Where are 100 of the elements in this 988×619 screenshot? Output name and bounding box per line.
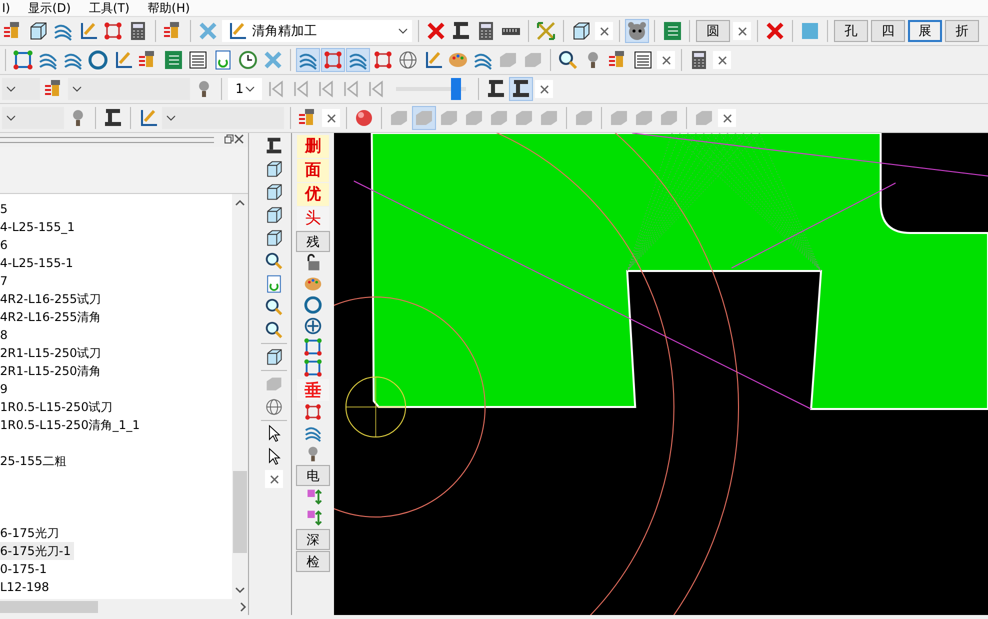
cross-icon[interactable]: [764, 20, 786, 42]
axis-selector[interactable]: 1: [228, 78, 262, 100]
tree-item[interactable]: L12-198: [0, 580, 50, 594]
close-button[interactable]: [657, 51, 675, 69]
globe-icon[interactable]: [397, 49, 419, 71]
tree-item[interactable]: 4R2-L16-255清角: [0, 310, 102, 324]
ring-icon[interactable]: [303, 295, 323, 315]
side-button[interactable]: 删: [297, 135, 329, 158]
side-button[interactable]: 面: [297, 159, 329, 182]
toolbar-button[interactable]: 四: [871, 20, 905, 42]
toolbar-button[interactable]: 孔: [834, 20, 868, 42]
tree-item[interactable]: 5: [0, 202, 8, 216]
tree-item[interactable]: 0-175-1: [0, 562, 47, 576]
nodes-icon[interactable]: [303, 402, 323, 422]
close-button[interactable]: [713, 51, 731, 69]
tree-item[interactable]: 25-155二粗: [0, 454, 67, 468]
scroll-thumb[interactable]: [233, 470, 247, 552]
close-icon: [718, 56, 726, 64]
scroll-thumb[interactable]: [0, 601, 98, 613]
nodes-icon[interactable]: [102, 20, 124, 42]
scroll-down-icon[interactable]: [235, 585, 245, 595]
tree-item[interactable]: 6: [0, 238, 8, 252]
curves-icon[interactable]: [297, 49, 319, 71]
cube-icon[interactable]: [264, 159, 284, 179]
cube-icon[interactable]: [264, 347, 284, 367]
spreadsheet-icon[interactable]: [162, 49, 184, 71]
circle-plus-icon[interactable]: [303, 316, 323, 336]
caret-icon: [398, 26, 408, 36]
menu-item[interactable]: 帮助(H): [146, 0, 192, 16]
close-button[interactable]: [718, 109, 736, 127]
tree-item[interactable]: 1R0.5-L15-250清角_1_1: [0, 418, 140, 432]
document-icon[interactable]: [264, 274, 284, 294]
side-button[interactable]: 垂: [297, 379, 329, 401]
close-button[interactable]: [265, 470, 283, 488]
menu-item[interactable]: I): [0, 1, 12, 15]
toolbar-button[interactable]: 圆: [696, 20, 730, 42]
machine-icon[interactable]: [485, 78, 507, 100]
cycle-icon[interactable]: [12, 49, 34, 71]
cube-icon[interactable]: [264, 228, 284, 248]
cube-icon[interactable]: [264, 182, 284, 202]
horizontal-scrollbar[interactable]: [0, 599, 248, 615]
animal-face-icon[interactable]: [626, 20, 648, 42]
magnifier-icon[interactable]: [264, 320, 284, 340]
magnifier-icon[interactable]: [264, 251, 284, 271]
sphere-icon[interactable]: [353, 107, 375, 129]
machine-icon[interactable]: [450, 20, 472, 42]
tree-item[interactable]: 9: [0, 382, 8, 396]
machine-icon[interactable]: [510, 78, 532, 100]
list-icon[interactable]: [632, 49, 654, 71]
dropdown[interactable]: 清角精加工: [222, 20, 412, 42]
ring-icon[interactable]: [87, 49, 109, 71]
close-button[interactable]: [322, 109, 340, 127]
caret-icon: [6, 84, 16, 94]
nodes-icon[interactable]: [372, 49, 394, 71]
list-icon[interactable]: [187, 49, 209, 71]
menu-item[interactable]: 显示(D): [26, 0, 73, 16]
side-button[interactable]: 深: [296, 529, 330, 550]
cross-icon[interactable]: [425, 20, 447, 42]
scroll-up-icon[interactable]: [235, 198, 245, 208]
close-icon[interactable]: [234, 134, 244, 144]
side-button[interactable]: 检: [296, 551, 330, 572]
side-button[interactable]: 优: [297, 183, 329, 206]
cycle-icon[interactable]: [303, 337, 323, 357]
side-button[interactable]: 电: [296, 465, 330, 486]
scroll-right-icon[interactable]: [238, 602, 248, 612]
tree-item[interactable]: 1R0.5-L15-250试刀: [0, 400, 113, 414]
machine-icon[interactable]: [264, 136, 284, 156]
tree-item[interactable]: 6-175光刀: [0, 526, 59, 540]
machine-icon[interactable]: [102, 107, 124, 129]
magnifier-icon[interactable]: [557, 49, 579, 71]
tree-item[interactable]: 8: [0, 328, 8, 342]
tree-item[interactable]: 6-175光刀-1: [0, 542, 74, 560]
expand-arrows-icon[interactable]: [535, 20, 557, 42]
vertical-scrollbar[interactable]: [232, 194, 248, 599]
close-button[interactable]: [595, 22, 613, 40]
globe-icon[interactable]: [264, 397, 284, 417]
tree-item[interactable]: 2R1-L15-250试刀: [0, 346, 102, 360]
toolbar-button[interactable]: 折: [945, 20, 979, 42]
cube-icon[interactable]: [264, 205, 284, 225]
tree-item[interactable]: 4-L25-155_1: [0, 220, 75, 234]
side-button[interactable]: 残: [296, 231, 330, 252]
cad-viewport[interactable]: [334, 133, 988, 615]
close-button[interactable]: [535, 80, 553, 98]
nodes-icon[interactable]: [322, 49, 344, 71]
tree-item[interactable]: 2R1-L15-250清角: [0, 364, 102, 378]
slider-thumb[interactable]: [451, 78, 462, 100]
close-icon: [722, 114, 732, 122]
tree-item[interactable]: 4R2-L16-255试刀: [0, 292, 102, 306]
menu-item[interactable]: 工具(T): [86, 0, 132, 16]
cycle-icon[interactable]: [303, 358, 323, 378]
clock-icon[interactable]: [237, 49, 259, 71]
restore-icon[interactable]: [224, 134, 234, 144]
side-button[interactable]: 头: [297, 207, 329, 230]
toolbar-button[interactable]: 展: [908, 20, 942, 42]
tree-item[interactable]: 7: [0, 274, 8, 288]
magnifier-icon[interactable]: [264, 297, 284, 317]
close-button[interactable]: [733, 22, 751, 40]
spreadsheet-icon[interactable]: [661, 20, 683, 42]
tree-item[interactable]: 4-L25-155-1: [0, 256, 74, 270]
curves-icon[interactable]: [347, 49, 369, 71]
